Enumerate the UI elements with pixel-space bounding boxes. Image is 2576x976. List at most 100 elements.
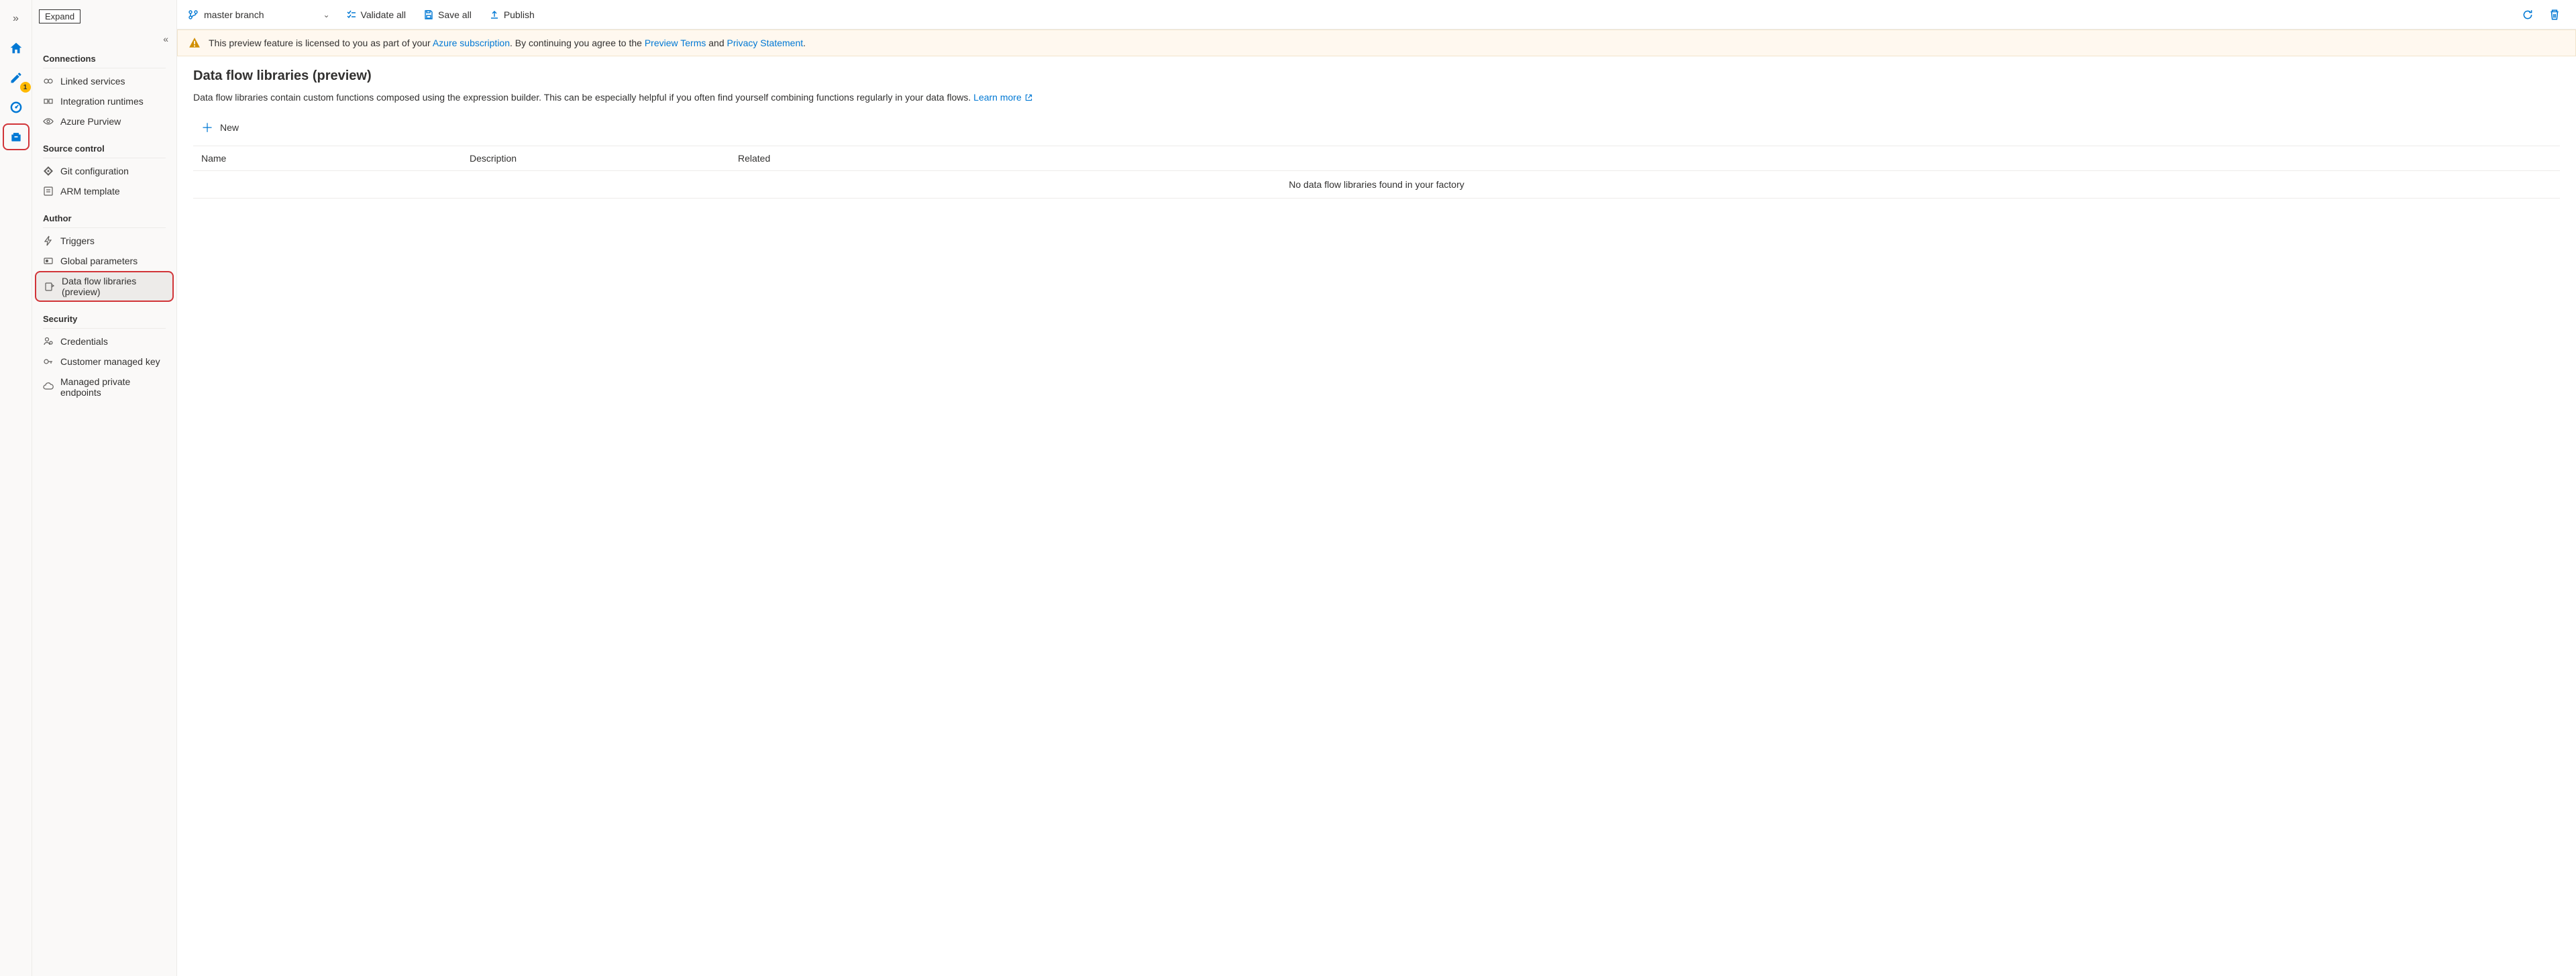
notice-text: This preview feature is licensed to you … (209, 38, 806, 48)
description-text: Data flow libraries contain custom funct… (193, 92, 973, 103)
save-icon (423, 9, 434, 20)
sidebar-item-label: Credentials (60, 336, 108, 347)
sidebar-item-managed-private-endpoints[interactable]: Managed private endpoints (32, 372, 176, 402)
sidebar-item-label: Azure Purview (60, 116, 121, 127)
sidebar-item-integration-runtimes[interactable]: Integration runtimes (32, 91, 176, 111)
sidebar-item-label: Global parameters (60, 256, 138, 266)
sidebar-item-credentials[interactable]: Credentials (32, 331, 176, 351)
delete-button[interactable] (2544, 4, 2565, 25)
main-column: master branch ⌄ Validate all Save all Pu… (177, 0, 2576, 976)
column-header-name[interactable]: Name (201, 153, 470, 164)
branch-icon (188, 9, 199, 20)
section-author: Author Triggers Global parameters Data f… (32, 207, 176, 307)
notice-text-part: and (706, 38, 727, 48)
preview-terms-link[interactable]: Preview Terms (645, 38, 706, 48)
divider (43, 328, 166, 329)
sidebar-item-customer-managed-key[interactable]: Customer managed key (32, 351, 176, 372)
column-header-related[interactable]: Related (738, 153, 2552, 164)
warning-icon (189, 37, 201, 49)
section-connections: Connections Linked services Integration … (32, 47, 176, 137)
button-label: Save all (438, 9, 472, 20)
manage-button[interactable] (3, 123, 30, 150)
sidebar-item-azure-purview[interactable]: Azure Purview (32, 111, 176, 131)
section-title: Security (32, 307, 176, 328)
page-description: Data flow libraries contain custom funct… (193, 92, 2560, 103)
new-button[interactable]: ＋ New (193, 115, 247, 140)
branch-label: master branch (204, 9, 264, 20)
libraries-table: Name Description Related No data flow li… (193, 146, 2560, 199)
section-security: Security Credentials Customer managed ke… (32, 307, 176, 408)
sidebar-item-label: Triggers (60, 235, 95, 246)
chevron-right-icon: » (13, 13, 19, 25)
privacy-statement-link[interactable]: Privacy Statement (727, 38, 804, 48)
gauge-icon (9, 101, 23, 114)
button-label: Validate all (361, 9, 406, 20)
content: Data flow libraries (preview) Data flow … (177, 56, 2576, 211)
divider (43, 227, 166, 228)
sidebar-item-arm-template[interactable]: ARM template (32, 181, 176, 201)
sidebar-item-triggers[interactable]: Triggers (32, 231, 176, 251)
home-icon (9, 41, 23, 56)
side-panel: « Connections Linked services Integratio… (32, 0, 177, 976)
sidebar-item-linked-services[interactable]: Linked services (32, 71, 176, 91)
validate-all-button[interactable]: Validate all (339, 7, 413, 23)
runtime-icon (43, 96, 54, 107)
sidebar-item-global-parameters[interactable]: Global parameters (32, 251, 176, 271)
toolbar-right (2517, 4, 2571, 25)
icon-rail: » 1 (0, 0, 32, 976)
azure-subscription-link[interactable]: Azure subscription (433, 38, 510, 48)
notice-text-part: . By continuing you agree to the (510, 38, 645, 48)
sidebar-item-label: Data flow libraries (preview) (62, 276, 164, 297)
checklist-icon (346, 9, 357, 20)
column-header-description[interactable]: Description (470, 153, 738, 164)
credentials-icon (43, 336, 54, 347)
sidebar-item-label: Customer managed key (60, 356, 160, 367)
sidebar-item-label: Managed private endpoints (60, 376, 166, 398)
sidebar-item-data-flow-libraries[interactable]: Data flow libraries (preview) (35, 271, 174, 302)
learn-more-label: Learn more (973, 92, 1022, 103)
home-button[interactable] (3, 35, 30, 62)
section-title: Source control (32, 137, 176, 158)
section-title: Author (32, 207, 176, 227)
key-icon (43, 356, 54, 367)
toolbox-icon (9, 130, 23, 144)
branch-selector[interactable]: master branch ⌄ (182, 7, 335, 23)
toolbar: master branch ⌄ Validate all Save all Pu… (177, 0, 2576, 30)
sidebar-item-label: ARM template (60, 186, 120, 197)
table-header-row: Name Description Related (193, 146, 2560, 171)
eye-icon (43, 116, 54, 127)
chevron-down-icon: ⌄ (323, 10, 329, 19)
library-icon (44, 281, 55, 292)
learn-more-link[interactable]: Learn more (973, 92, 1032, 103)
sidebar-item-label: Linked services (60, 76, 125, 87)
trash-icon (2548, 9, 2561, 21)
preview-notice: This preview feature is licensed to you … (177, 30, 2576, 56)
monitor-button[interactable] (3, 94, 30, 121)
link-icon (43, 76, 54, 87)
author-button[interactable]: 1 (3, 64, 30, 91)
expand-rail-button[interactable]: » (3, 5, 30, 32)
refresh-icon (2522, 9, 2534, 21)
cloud-icon (43, 382, 54, 392)
plus-icon: ＋ (201, 119, 213, 136)
button-label: New (220, 122, 239, 133)
chevron-left-icon: « (163, 34, 168, 44)
notice-text-part: . (803, 38, 806, 48)
table-empty-state: No data flow libraries found in your fac… (193, 171, 2560, 199)
git-icon (43, 166, 54, 176)
expand-tooltip: Expand (39, 9, 80, 23)
pencil-icon (9, 71, 23, 85)
external-link-icon (1024, 93, 1033, 102)
publish-button[interactable]: Publish (482, 7, 541, 23)
refresh-button[interactable] (2517, 4, 2538, 25)
save-all-button[interactable]: Save all (417, 7, 478, 23)
section-title: Connections (32, 47, 176, 68)
button-label: Publish (504, 9, 535, 20)
author-badge: 1 (20, 82, 31, 93)
section-source-control: Source control Git configuration ARM tem… (32, 137, 176, 207)
template-icon (43, 186, 54, 197)
collapse-panel-button[interactable]: « (163, 34, 168, 44)
notice-text-part: This preview feature is licensed to you … (209, 38, 433, 48)
publish-icon (489, 9, 500, 20)
sidebar-item-git-configuration[interactable]: Git configuration (32, 161, 176, 181)
